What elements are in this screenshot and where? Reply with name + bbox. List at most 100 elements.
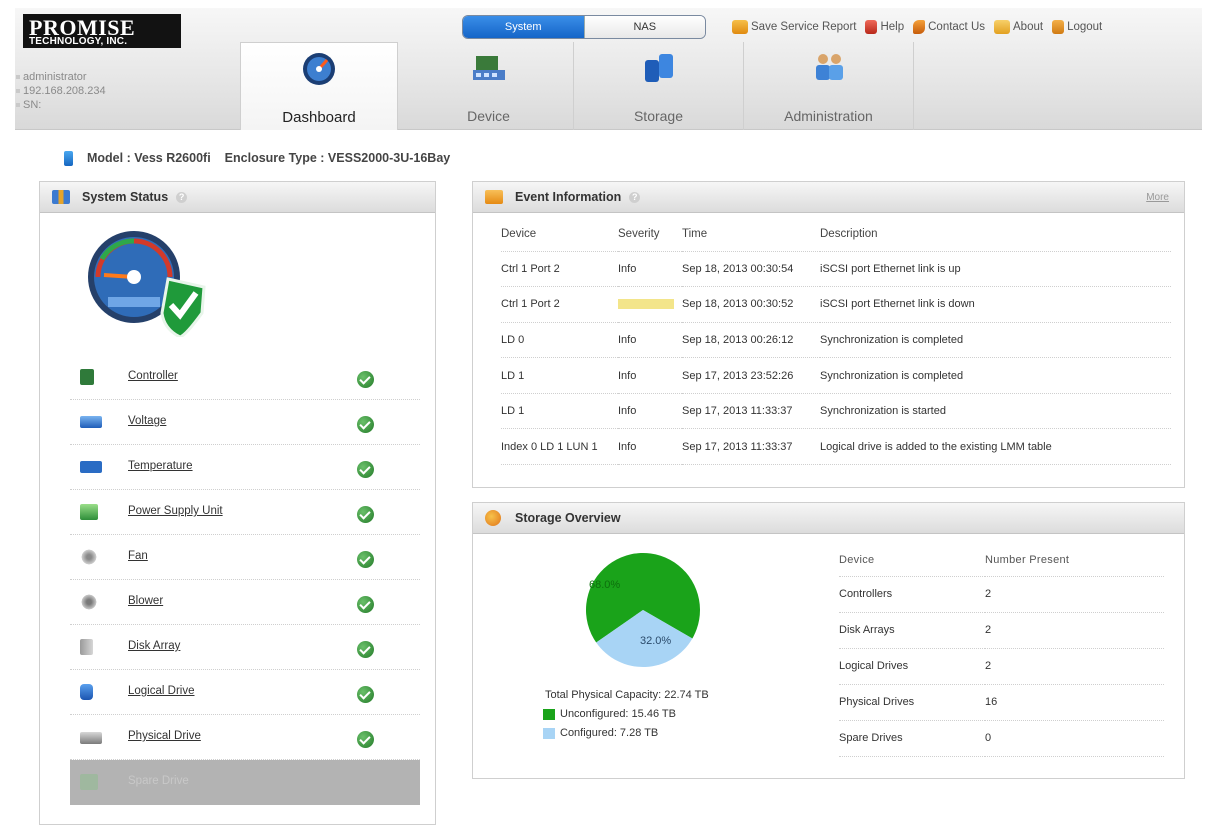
mode-nas-button[interactable]: NAS xyxy=(583,16,705,38)
table-row[interactable]: LD 0 Info Sep 18, 2013 00:26:12 Synchron… xyxy=(501,322,1171,359)
enclosure-type-label: Enclosure Type : VESS2000-3U-16Bay xyxy=(224,151,451,165)
tab-storage[interactable]: Storage xyxy=(574,42,744,130)
ok-check-icon xyxy=(357,416,374,433)
ok-check-icon xyxy=(357,731,374,748)
system-status-list: Controller Voltage Temperature Power Sup… xyxy=(70,355,420,805)
ok-check-icon xyxy=(357,686,374,703)
pie-label-configured: 32.0% xyxy=(640,635,672,647)
system-status-panel: System Status? Controller Voltage Temper… xyxy=(39,181,436,825)
table-row[interactable]: Ctrl 1 Port 2 Info Sep 18, 2013 00:30:54… xyxy=(501,251,1171,288)
mode-switch: System NAS xyxy=(462,15,706,39)
device-icon xyxy=(472,56,505,80)
enclosure-icon xyxy=(64,150,73,166)
voltage-icon xyxy=(80,416,102,428)
legend-swatch-unconfigured xyxy=(543,708,555,720)
save-service-report-link[interactable]: Save Service Report xyxy=(732,20,856,34)
storage-overview-pie-icon xyxy=(485,510,501,526)
storage-overview-header: Storage Overview xyxy=(473,503,1184,534)
controller-icon xyxy=(80,369,94,385)
status-row-power-supply-unit[interactable]: Power Supply Unit xyxy=(70,490,420,535)
total-capacity-text: Total Physical Capacity: 22.74 TB xyxy=(545,689,709,701)
model-info-bar: Model : Vess R2600fi Enclosure Type : VE… xyxy=(64,149,450,167)
dashboard-gauge-icon xyxy=(303,53,335,85)
ok-check-icon xyxy=(357,461,374,478)
event-information-header: Event Information? More xyxy=(473,182,1184,213)
power-supply-icon xyxy=(80,504,98,520)
status-row-blower[interactable]: Blower xyxy=(70,580,420,625)
pie-label-unconfigured: 68.0% xyxy=(589,579,621,591)
tab-device[interactable]: Device xyxy=(404,42,574,130)
legend-swatch-configured xyxy=(543,727,555,739)
main-tabs: Dashboard Device Storage Administration xyxy=(240,42,914,130)
user-name: administrator xyxy=(15,70,235,84)
status-row-temperature[interactable]: Temperature xyxy=(70,445,420,490)
storage-icon xyxy=(644,54,673,82)
capacity-pie-svg xyxy=(585,553,700,668)
model-label: Model : Vess R2600fi xyxy=(87,151,211,165)
system-status-header: System Status? xyxy=(40,182,435,213)
table-row[interactable]: LD 1 Info Sep 17, 2013 11:33:37 Synchron… xyxy=(501,393,1171,430)
event-information-panel: Event Information? More Device Severity … xyxy=(472,181,1185,488)
system-status-help-icon[interactable]: ? xyxy=(176,192,188,203)
legend-configured: Configured: 7.28 TB xyxy=(543,727,658,739)
event-info-help-icon[interactable]: ? xyxy=(629,192,641,203)
table-row: Spare Drives 0 xyxy=(839,720,1164,757)
top-links: Save Service Report Help Contact Us Abou… xyxy=(732,18,1111,36)
ok-check-icon xyxy=(357,641,374,658)
user-info: administrator 192.168.208.234 SN: xyxy=(15,70,235,112)
user-sn: SN: xyxy=(15,98,235,112)
table-row: Controllers 2 xyxy=(839,576,1164,613)
app-header: PROMISE TECHNOLOGY, INC. administrator 1… xyxy=(15,8,1202,130)
user-ip: 192.168.208.234 xyxy=(15,84,235,98)
fan-icon xyxy=(80,549,98,565)
storage-overview-panel: Storage Overview 68.0% 32.0% Total Physi… xyxy=(472,502,1185,779)
ok-check-icon xyxy=(357,371,374,388)
legend-unconfigured: Unconfigured: 15.46 TB xyxy=(543,708,676,720)
disk-array-icon xyxy=(80,639,93,655)
status-row-spare-drive: Spare Drive xyxy=(70,760,420,805)
logout-link[interactable]: Logout xyxy=(1052,20,1102,34)
save-report-icon xyxy=(732,20,748,34)
system-status-icon xyxy=(52,190,70,204)
status-row-physical-drive[interactable]: Physical Drive xyxy=(70,715,420,760)
status-row-fan[interactable]: Fan xyxy=(70,535,420,580)
help-link[interactable]: Help xyxy=(865,20,904,34)
mode-system-button[interactable]: System xyxy=(463,16,584,38)
physical-drive-icon xyxy=(80,732,102,744)
status-row-disk-array[interactable]: Disk Array xyxy=(70,625,420,670)
promise-logo: PROMISE TECHNOLOGY, INC. xyxy=(23,14,181,48)
tab-dashboard[interactable]: Dashboard xyxy=(240,42,398,130)
status-row-controller[interactable]: Controller xyxy=(70,355,420,400)
table-row[interactable]: Index 0 LD 1 LUN 1 Info Sep 17, 2013 11:… xyxy=(501,428,1171,466)
table-row[interactable]: LD 1 Info Sep 17, 2013 23:52:26 Synchron… xyxy=(501,357,1171,394)
phone-icon xyxy=(913,20,926,34)
event-table-header: Device Severity Time Description xyxy=(501,217,1171,252)
temperature-icon xyxy=(80,461,102,473)
table-row: Logical Drives 2 xyxy=(839,648,1164,685)
about-icon xyxy=(994,20,1011,34)
status-row-logical-drive[interactable]: Logical Drive xyxy=(70,670,420,715)
spare-drive-icon xyxy=(80,774,98,790)
ok-check-icon xyxy=(357,551,374,568)
status-row-voltage[interactable]: Voltage xyxy=(70,400,420,445)
event-more-link[interactable]: More xyxy=(1146,192,1169,203)
device-count-header: Device Number Present xyxy=(839,544,1164,577)
table-row: Physical Drives 16 xyxy=(839,684,1164,721)
help-icon xyxy=(865,20,878,34)
severity-warning-highlight xyxy=(618,299,674,310)
blower-icon xyxy=(80,594,98,610)
table-row: Disk Arrays 2 xyxy=(839,612,1164,649)
logical-drive-icon xyxy=(80,684,93,700)
system-health-gauge-icon xyxy=(88,231,206,337)
contact-us-link[interactable]: Contact Us xyxy=(913,20,985,34)
tab-administration[interactable]: Administration xyxy=(744,42,914,130)
device-count-table: Device Number Present Controllers 2 Disk… xyxy=(839,544,1164,757)
capacity-pie-chart: 68.0% 32.0% xyxy=(583,551,703,669)
logout-icon xyxy=(1052,20,1065,34)
ok-check-icon xyxy=(357,506,374,523)
administration-users-icon xyxy=(815,54,843,80)
event-table: Device Severity Time Description Ctrl 1 … xyxy=(501,217,1171,466)
about-link[interactable]: About xyxy=(994,20,1043,34)
table-row[interactable]: Ctrl 1 Port 2 Sep 18, 2013 00:30:52 iSCS… xyxy=(501,286,1171,323)
event-calendar-icon xyxy=(485,190,503,204)
